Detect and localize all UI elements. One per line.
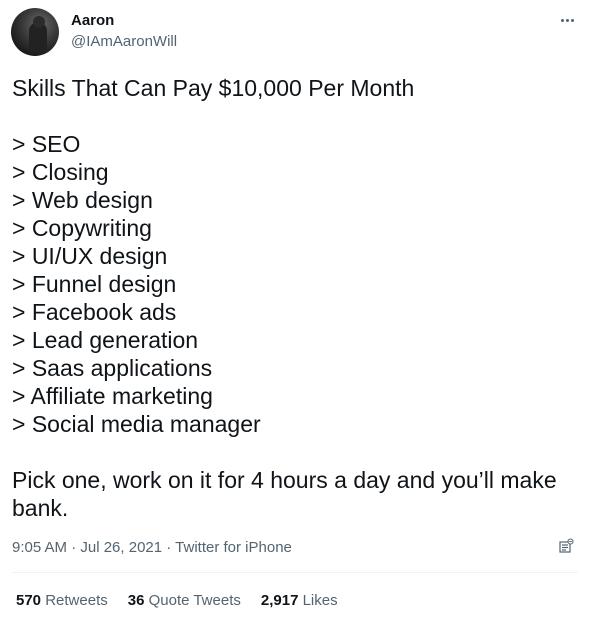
skill-item: > Facebook ads	[12, 299, 177, 325]
author-name[interactable]: Aaron	[71, 12, 114, 29]
quote-tweets-label: Quote Tweets	[148, 592, 241, 609]
skill-item: > Saas applications	[12, 355, 213, 381]
skill-item: > Social media manager	[12, 411, 261, 437]
skill-item: > Closing	[12, 159, 109, 185]
skill-item: > UI/UX design	[12, 243, 168, 269]
tweet-title: Skills That Can Pay $10,000 Per Month	[12, 75, 415, 101]
likes-label: Likes	[302, 592, 338, 609]
avatar[interactable]	[11, 8, 59, 56]
tweet-card: Aaron @IAmAaronWill Skills That Can Pay …	[0, 0, 592, 623]
skill-item: > SEO	[12, 131, 81, 157]
skill-item: > Copywriting	[12, 215, 152, 241]
author-handle[interactable]: @IAmAaronWill	[71, 33, 177, 50]
retweets-label: Retweets	[45, 592, 108, 609]
divider	[12, 572, 578, 573]
skill-item: > Lead generation	[12, 327, 199, 353]
tweet-text: Skills That Can Pay $10,000 Per Month > …	[12, 74, 577, 522]
analytics-icon[interactable]	[558, 538, 574, 554]
skill-item: > Affiliate marketing	[12, 383, 213, 409]
quote-tweets-stat[interactable]: 36 Quote Tweets	[128, 592, 241, 609]
skill-item: > Funnel design	[12, 271, 177, 297]
skill-item: > Web design	[12, 187, 153, 213]
avatar-head	[33, 16, 45, 28]
tweet-closing: Pick one, work on it for 4 hours a day a…	[12, 467, 557, 521]
tweet-timestamp[interactable]: 9:05 AM · Jul 26, 2021 · Twitter for iPh…	[12, 539, 292, 556]
likes-count: 2,917	[260, 592, 299, 609]
quote-tweets-count: 36	[127, 592, 145, 609]
more-options-icon[interactable]	[555, 12, 579, 28]
likes-stat[interactable]: 2,917 Likes	[261, 592, 338, 609]
retweets-count: 570	[16, 592, 42, 609]
engagement-stats: 570 Retweets 36 Quote Tweets 2,917 Likes	[16, 592, 338, 609]
retweets-stat[interactable]: 570 Retweets	[16, 592, 108, 609]
